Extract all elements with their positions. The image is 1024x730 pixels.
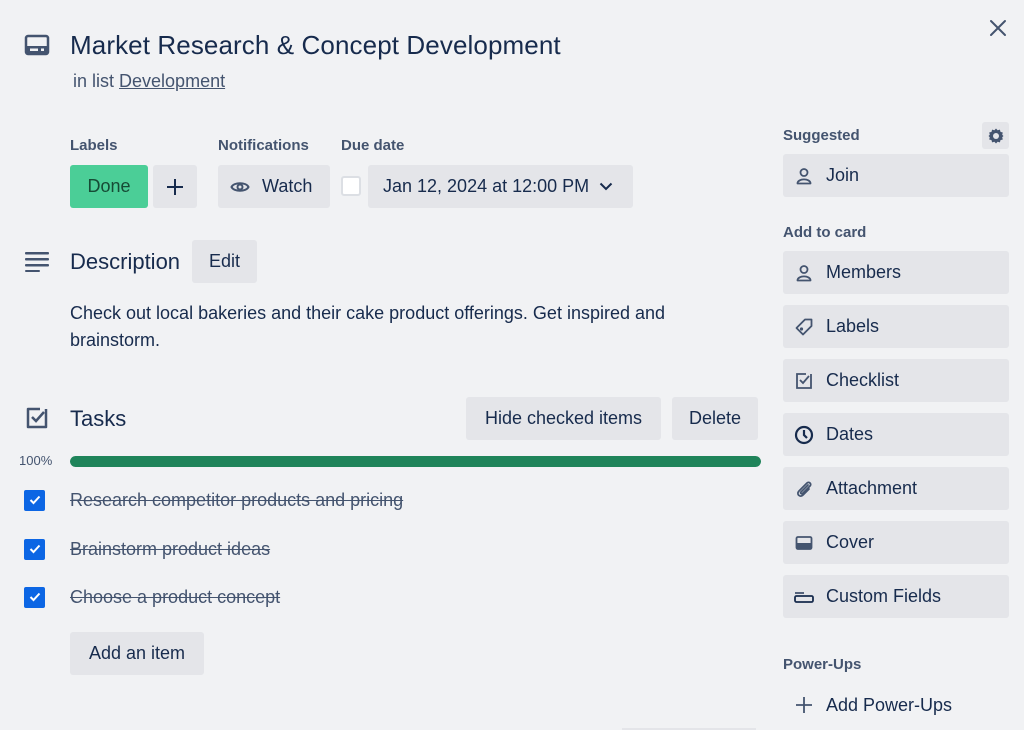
- checklist-icon: [794, 371, 814, 391]
- sidebar-item-label: Checklist: [826, 370, 900, 390]
- paperclip-icon: [794, 479, 814, 499]
- task-text[interactable]: Brainstorm product ideas: [70, 539, 270, 560]
- close-icon: [990, 20, 1006, 36]
- sidebar-item-members[interactable]: Members: [783, 251, 1009, 294]
- person-icon: [794, 166, 814, 186]
- check-icon: [29, 495, 40, 505]
- progress-percent: 100%: [19, 453, 53, 468]
- plus-icon: [167, 178, 183, 195]
- power-ups-heading: Power-Ups: [783, 656, 862, 673]
- sidebar-item-checklist[interactable]: Checklist: [783, 359, 1009, 402]
- watch-button[interactable]: Watch: [218, 165, 330, 208]
- description-text[interactable]: Check out local bakeries and their cake …: [70, 300, 750, 354]
- task-text[interactable]: Choose a product concept: [70, 587, 280, 608]
- sidebar-item-custom-fields[interactable]: Custom Fields: [783, 575, 1009, 618]
- close-button[interactable]: [984, 14, 1012, 42]
- check-icon: [29, 592, 40, 602]
- chevron-down-icon: [599, 182, 613, 191]
- due-date-heading: Due date: [341, 137, 405, 154]
- suggested-settings-button[interactable]: [982, 122, 1009, 149]
- sidebar-item-labels[interactable]: Labels: [783, 305, 1009, 348]
- task-checkbox[interactable]: [24, 489, 45, 511]
- join-button[interactable]: Join: [783, 154, 1009, 197]
- description-heading: Description: [70, 249, 181, 274]
- plus-icon: [794, 695, 814, 715]
- add-power-ups-label: Add Power-Ups: [826, 694, 953, 715]
- delete-checklist-button[interactable]: Delete: [672, 397, 758, 440]
- sidebar-item-cover[interactable]: Cover: [783, 521, 1009, 564]
- progress-bar: [70, 456, 761, 467]
- checklist-icon: [25, 406, 49, 430]
- add-item-button[interactable]: Add an item: [70, 632, 204, 675]
- task-text[interactable]: Research competitor products and pricing: [70, 490, 403, 511]
- custom-fields-icon: [794, 587, 814, 607]
- in-list-prefix: in list: [73, 71, 115, 91]
- sidebar-item-attachment[interactable]: Attachment: [783, 467, 1009, 510]
- clock-icon: [794, 425, 814, 445]
- sidebar-item-label: Cover: [826, 532, 875, 552]
- tasks-heading: Tasks: [70, 406, 127, 431]
- join-label: Join: [826, 165, 860, 185]
- sidebar-item-label: Members: [826, 262, 902, 282]
- task-checkbox[interactable]: [24, 586, 45, 608]
- sidebar-item-label: Labels: [826, 316, 880, 336]
- sidebar-item-label: Attachment: [826, 478, 918, 498]
- label-done[interactable]: Done: [70, 165, 148, 208]
- description-icon: [24, 250, 50, 272]
- task-item: Research competitor products and pricing: [24, 487, 403, 513]
- task-checkbox[interactable]: [24, 538, 45, 560]
- sidebar-item-dates[interactable]: Dates: [783, 413, 1009, 456]
- sidebar-item-label: Custom Fields: [826, 586, 942, 606]
- add-power-ups-button[interactable]: Add Power-Ups: [783, 690, 1009, 720]
- tag-icon: [794, 317, 814, 337]
- check-icon: [29, 544, 40, 554]
- hide-checked-items-button[interactable]: Hide checked items: [466, 397, 661, 440]
- list-link[interactable]: Development: [119, 71, 225, 91]
- task-item: Choose a product concept: [24, 584, 280, 610]
- eye-icon: [230, 181, 250, 192]
- sidebar-item-label: Dates: [826, 424, 874, 444]
- due-date-value: Jan 12, 2024 at 12:00 PM: [383, 176, 590, 196]
- edit-description-button[interactable]: Edit: [192, 240, 257, 283]
- card-icon: [24, 34, 50, 56]
- person-icon: [794, 263, 814, 283]
- cover-icon: [794, 533, 814, 553]
- in-list-text: in list Development: [73, 71, 225, 92]
- card-title[interactable]: Market Research & Concept Development: [70, 30, 561, 61]
- due-date-checkbox[interactable]: [341, 176, 361, 196]
- add-to-card-heading: Add to card: [783, 224, 867, 241]
- labels-heading: Labels: [70, 137, 118, 154]
- watch-label: Watch: [262, 176, 313, 196]
- progress-bar-fill: [70, 456, 761, 467]
- task-item: Brainstorm product ideas: [24, 536, 270, 562]
- gear-icon: [988, 128, 1003, 143]
- add-label-button[interactable]: [153, 165, 197, 208]
- suggested-heading: Suggested: [783, 127, 860, 144]
- notifications-heading: Notifications: [218, 137, 309, 154]
- due-date-button[interactable]: Jan 12, 2024 at 12:00 PM: [368, 165, 633, 208]
